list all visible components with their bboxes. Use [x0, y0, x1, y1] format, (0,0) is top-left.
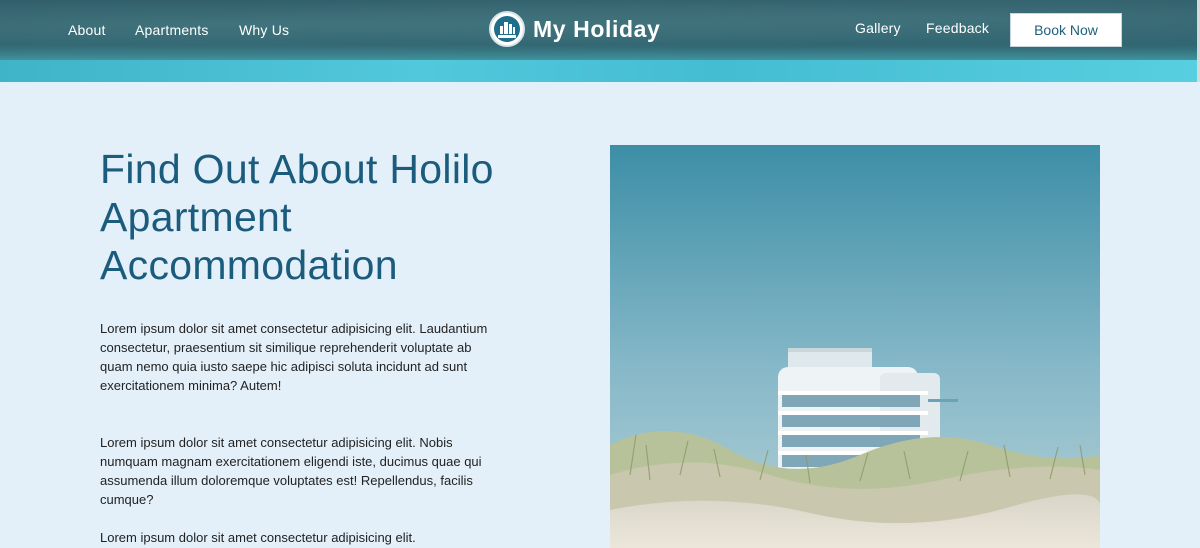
brand[interactable]: My Holiday: [489, 9, 660, 49]
nav-link-apartments[interactable]: Apartments: [135, 22, 209, 38]
nav-link-why-us[interactable]: Why Us: [239, 22, 289, 38]
nav-link-feedback[interactable]: Feedback: [926, 20, 989, 36]
intro-paragraph-1: Lorem ipsum dolor sit amet consectetur a…: [100, 321, 488, 393]
hotel-hero-image: [610, 145, 1100, 548]
nav-link-gallery[interactable]: Gallery: [855, 20, 901, 36]
hotel-logo-icon: [489, 11, 525, 47]
book-now-button[interactable]: Book Now: [1010, 13, 1122, 47]
site-header: About Apartments Why Us My Holiday Galle…: [0, 0, 1200, 82]
intro-paragraph-3: Lorem ipsum dolor sit amet consectetur a…: [100, 530, 416, 545]
header-water-strip: [0, 60, 1200, 82]
intro-paragraph-2: Lorem ipsum dolor sit amet consectetur a…: [100, 435, 482, 507]
page-heading: Find Out About Holilo Apartment Accommod…: [100, 146, 494, 288]
brand-title: My Holiday: [533, 15, 661, 42]
nav-link-about[interactable]: About: [68, 22, 106, 38]
